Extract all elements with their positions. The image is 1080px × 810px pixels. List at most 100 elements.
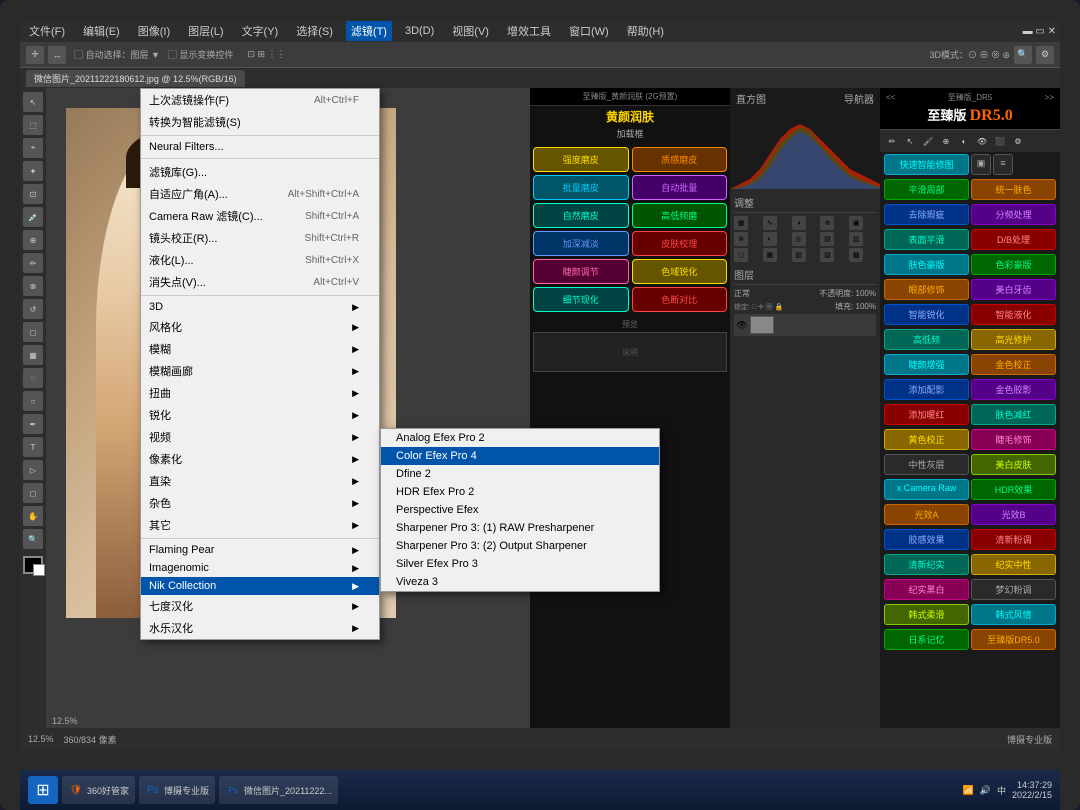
adj-exposure[interactable]: ◑ xyxy=(792,216,806,230)
dr5-btn-japan-memory[interactable]: 日系记忆 xyxy=(884,629,969,650)
dr5-btn-light-a[interactable]: 光效A xyxy=(884,504,969,525)
dr5-btn-gold-film[interactable]: 金色胶影 xyxy=(971,379,1056,400)
dr5-tool-mask[interactable]: ◐ xyxy=(956,133,972,149)
menu-7degree[interactable]: 七度汉化 ▶ xyxy=(141,595,379,617)
dr5-btn-film-feel[interactable]: 胶感效果 xyxy=(884,529,969,550)
menu-smart-filter[interactable]: 转换为智能滤镜(S) xyxy=(141,111,379,133)
toolbar-search[interactable]: 🔍 xyxy=(1014,46,1032,64)
dr5-btn-smooth[interactable]: 平滑周部 xyxy=(884,179,969,200)
menu-shuile[interactable]: 水乐汉化 ▶ xyxy=(141,617,379,639)
dr5-btn-fresh-pink[interactable]: 清新粉调 xyxy=(971,529,1056,550)
menu-3d[interactable]: 3D(D) xyxy=(400,23,439,39)
toolbar-icon-2[interactable]: ↔ xyxy=(48,46,66,64)
dr5-btn-whiten-skin[interactable]: 美白皮肤 xyxy=(971,454,1056,475)
menu-other[interactable]: 其它 ▶ xyxy=(141,514,379,536)
dr5-btn-korean-style[interactable]: 韩式风情 xyxy=(971,604,1056,625)
menu-filter-gallery[interactable]: 滤镜库(G)... xyxy=(141,161,379,183)
dr5-btn-add-warm-red[interactable]: 添加暖红 xyxy=(884,404,969,425)
tool-eraser[interactable]: ◻ xyxy=(23,322,43,342)
dr5-btn-doc-bw[interactable]: 纪实黑白 xyxy=(884,579,969,600)
menu-sharpen[interactable]: 锐化 ▶ xyxy=(141,404,379,426)
menu-blur[interactable]: 模糊 ▶ xyxy=(141,338,379,360)
menu-blur-gallery[interactable]: 模糊画廊 ▶ xyxy=(141,360,379,382)
menu-neural-filters[interactable]: Neural Filters... xyxy=(141,138,379,156)
adj-posterize[interactable]: ▦ xyxy=(763,248,777,262)
menu-render[interactable]: 直染 ▶ xyxy=(141,470,379,492)
dr5-btn-db[interactable]: D/B处理 xyxy=(971,229,1056,250)
submenu-silver-efex[interactable]: Silver Efex Pro 3 xyxy=(381,555,659,573)
menu-layer[interactable]: 图层(L) xyxy=(183,21,228,41)
taskbar-item-photoshop[interactable]: Ps 博摄专业版 xyxy=(139,776,215,804)
dr5-btn-color-lux[interactable]: 色彩豪版 xyxy=(971,254,1056,275)
taskbar-ime-icon[interactable]: 中 xyxy=(997,784,1006,797)
dr5-btn-neutral-gray[interactable]: 中性灰层 xyxy=(884,454,969,475)
adj-hsl[interactable]: ▣ xyxy=(849,216,863,230)
mid-btn-jiashen[interactable]: 加深减淡 xyxy=(533,231,629,256)
dr5-btn-camera-raw[interactable]: x Camera Raw xyxy=(884,479,969,500)
dr5-tool-eye[interactable]: 👁 xyxy=(974,133,990,149)
adj-invert[interactable]: ◻ xyxy=(734,248,748,262)
adj-threshold[interactable]: ▧ xyxy=(792,248,806,262)
layer-visibility-eye[interactable]: 👁 xyxy=(736,320,747,331)
dr5-btn-doc-neutral[interactable]: 纪实中性 xyxy=(971,554,1056,575)
layer-item-1[interactable]: 👁 xyxy=(734,314,876,336)
menu-filter[interactable]: 滤镜(T) xyxy=(346,21,392,41)
menu-video[interactable]: 视频 ▶ xyxy=(141,426,379,448)
menu-camera-raw[interactable]: Camera Raw 滤镜(C)... Shift+Ctrl+A xyxy=(141,205,379,227)
dr5-btn-fresh-doc[interactable]: 清新纪实 xyxy=(884,554,969,575)
dr5-tool-clone[interactable]: ⊕ xyxy=(938,133,954,149)
dr5-tool-paint[interactable]: ✏ xyxy=(884,133,900,149)
dr5-panel-expand[interactable]: >> xyxy=(1045,93,1054,102)
menu-text[interactable]: 文字(Y) xyxy=(237,21,284,41)
tool-clone[interactable]: ⊗ xyxy=(23,276,43,296)
dr5-btn-zhizhen-version[interactable]: 至臻版DR5.0 xyxy=(971,629,1056,650)
adj-selective-color[interactable]: ▩ xyxy=(849,248,863,262)
submenu-sharpener-output[interactable]: Sharpener Pro 3: (2) Output Sharpener xyxy=(381,537,659,555)
menu-flaming-pear[interactable]: Flaming Pear ▶ xyxy=(141,541,379,559)
submenu-perspective-efex[interactable]: Perspective Efex xyxy=(381,501,659,519)
dr5-btn-highlight-fix[interactable]: 高光修护 xyxy=(971,329,1056,350)
taskbar-start-button[interactable]: ⊞ xyxy=(28,776,58,804)
menu-noise[interactable]: 杂色 ▶ xyxy=(141,492,379,514)
mid-btn-qiangsdu[interactable]: 强度磨皮 xyxy=(533,147,629,172)
tool-gradient[interactable]: ▦ xyxy=(23,345,43,365)
dr5-btn-remove-flaw[interactable]: 去除瑕疵 xyxy=(884,204,969,225)
mid-btn-seyu[interactable]: 色域锐化 xyxy=(632,259,728,284)
dr5-btn-add-shadow[interactable]: 添加配影 xyxy=(884,379,969,400)
tool-eyedropper[interactable]: 💉 xyxy=(23,207,43,227)
toolbar-settings[interactable]: ⚙ xyxy=(1036,46,1054,64)
menu-edit[interactable]: 编辑(E) xyxy=(78,21,125,41)
dr5-btn-surface-smooth[interactable]: 表面平滑 xyxy=(884,229,969,250)
menu-image[interactable]: 图像(I) xyxy=(133,21,175,41)
mid-btn-zhigan[interactable]: 质感磨皮 xyxy=(632,147,728,172)
dr5-tool-color[interactable]: ⬛ xyxy=(992,133,1008,149)
submenu-analog-efex[interactable]: Analog Efex Pro 2 xyxy=(381,429,659,447)
dr5-btn-eyelash-retouch[interactable]: 睫毛修饰 xyxy=(971,429,1056,450)
menu-pixelate[interactable]: 像素化 ▶ xyxy=(141,448,379,470)
adj-vibrance[interactable]: ⊕ xyxy=(820,216,834,230)
mid-btn-ziran[interactable]: 自然磨皮 xyxy=(533,203,629,228)
taskbar-item-360[interactable]: 🛡 360好管家 xyxy=(62,776,135,804)
adj-bw[interactable]: ◐ xyxy=(763,232,777,246)
adj-color-balance[interactable]: ⊗ xyxy=(734,232,748,246)
adj-curves[interactable]: ∿ xyxy=(763,216,777,230)
menu-distort[interactable]: 扭曲 ▶ xyxy=(141,382,379,404)
adj-color-lookup[interactable]: ▥ xyxy=(849,232,863,246)
menu-lens-correction[interactable]: 镜头校正(R)... Shift+Ctrl+R xyxy=(141,227,379,249)
dr5-tool-select[interactable]: ↖ xyxy=(902,133,918,149)
file-tab[interactable]: 微信图片_20211222180612.jpg @ 12.5%(RGB/16) xyxy=(26,70,245,87)
dr5-btn-skin-lux[interactable]: 肤色豪版 xyxy=(884,254,969,275)
dr5-btn-extra2[interactable]: ≡ xyxy=(993,154,1013,175)
dr5-tool-brush[interactable]: 🖌 xyxy=(920,133,936,149)
dr5-btn-extra1[interactable]: ▣ xyxy=(971,154,991,175)
menu-last-filter[interactable]: 上次滤镜操作(F) Alt+Ctrl+F xyxy=(141,89,379,111)
tool-text[interactable]: T xyxy=(23,437,43,457)
menu-stylize[interactable]: 风格化 ▶ xyxy=(141,316,379,338)
dr5-btn-eye-retouch[interactable]: 眼部修饰 xyxy=(884,279,969,300)
menu-file[interactable]: 文件(F) xyxy=(24,21,70,41)
submenu-dfine[interactable]: Dfine 2 xyxy=(381,465,659,483)
dr5-panel-collapse[interactable]: << xyxy=(886,93,895,102)
dr5-btn-smart-liquify[interactable]: 智能液化 xyxy=(971,304,1056,325)
dr5-btn-dream-pink[interactable]: 梦幻粉调 xyxy=(971,579,1056,600)
menu-nik-collection[interactable]: Nik Collection ▶ xyxy=(141,577,379,595)
